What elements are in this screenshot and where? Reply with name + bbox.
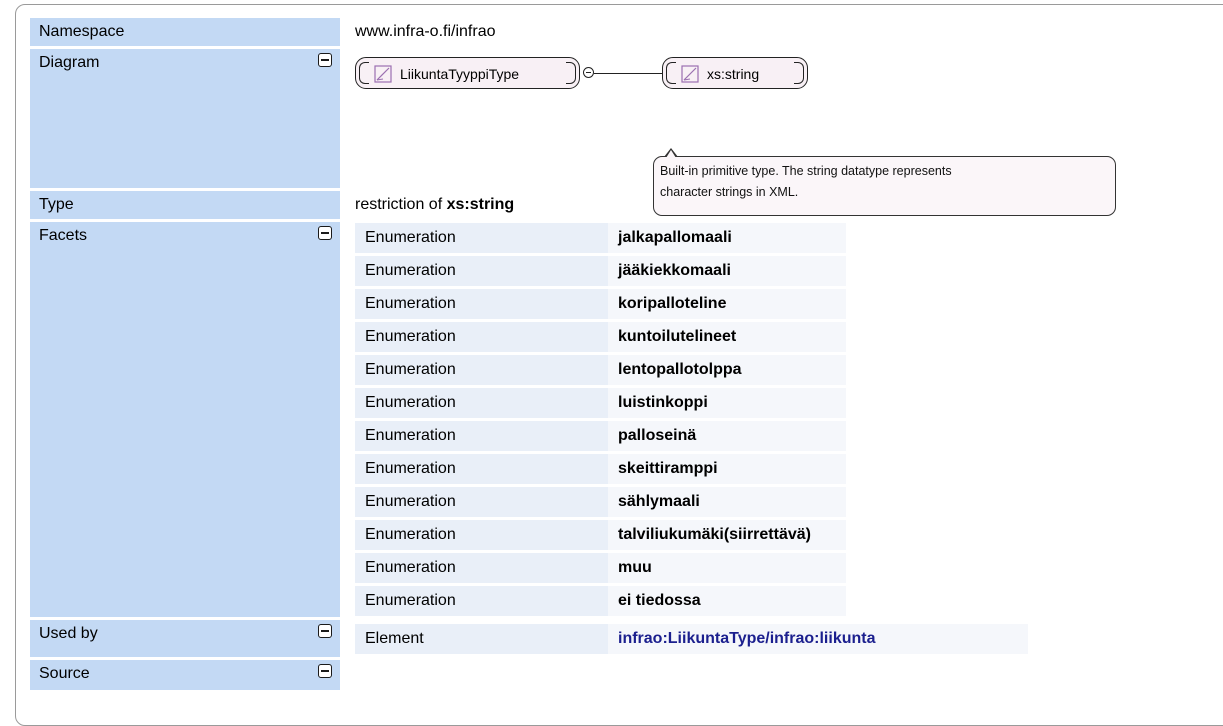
table-row: Enumeration jalkapallomaali xyxy=(355,223,846,253)
facet-kind: Enumeration xyxy=(355,586,608,616)
source-type-box[interactable]: LiikuntaTyyppiType xyxy=(355,57,580,89)
namespace-label: Namespace xyxy=(30,18,340,46)
facet-kind: Enumeration xyxy=(355,454,608,484)
table-row: Element infrao:LiikuntaType/infrao:liiku… xyxy=(355,624,1028,654)
simple-type-icon xyxy=(681,65,699,83)
facet-value: luistinkoppi xyxy=(608,388,846,418)
diagram-label: Diagram xyxy=(39,54,100,71)
facet-kind: Enumeration xyxy=(355,322,608,352)
base-type-box[interactable]: xs:string xyxy=(662,57,808,89)
diagram-collapse-icon[interactable] xyxy=(318,53,332,67)
type-value: restriction of xs:string xyxy=(340,191,514,219)
used-by-table: Element infrao:LiikuntaType/infrao:liiku… xyxy=(355,621,1028,657)
facets-table: Enumeration jalkapallomaali Enumeration jä… xyxy=(355,220,846,619)
used-by-label: Used by xyxy=(39,625,98,642)
diagram-label-cell: Diagram xyxy=(30,49,340,188)
schema-doc: Namespace www.infra-o.fi/infrao Diagram … xyxy=(30,18,1223,693)
facet-kind: Enumeration xyxy=(355,553,608,583)
namespace-value: www.infra-o.fi/infrao xyxy=(355,23,496,40)
bracket-right xyxy=(566,62,576,84)
facet-value: kuntoilutelineet xyxy=(608,322,846,352)
facet-kind: Enumeration xyxy=(355,388,608,418)
row-type: Type restriction of xs:string xyxy=(30,191,1223,219)
table-row: Enumeration ei tiedossa xyxy=(355,586,846,616)
table-row: Enumeration jääkiekkomaali xyxy=(355,256,846,286)
facets-collapse-icon[interactable] xyxy=(318,226,332,240)
table-row: Enumeration lentopallotolppa xyxy=(355,355,846,385)
tooltip-tail-inner xyxy=(666,150,676,158)
type-prefix: restriction of xyxy=(355,196,447,213)
type-base: xs:string xyxy=(446,196,515,213)
source-collapse-icon[interactable] xyxy=(318,664,332,678)
bracket-left xyxy=(359,62,369,84)
facet-kind: Enumeration xyxy=(355,421,608,451)
facet-value: muu xyxy=(608,553,846,583)
table-row: Enumeration luistinkoppi xyxy=(355,388,846,418)
table-row: Enumeration koripalloteline xyxy=(355,289,846,319)
facet-value: koripalloteline xyxy=(608,289,846,319)
source-type-name: LiikuntaTyyppiType xyxy=(400,66,520,82)
source-label: Source xyxy=(39,665,90,682)
facet-kind: Enumeration xyxy=(355,355,608,385)
facet-value: palloseinä xyxy=(608,421,846,451)
facet-value: jääkiekkomaali xyxy=(608,256,846,286)
connector-line xyxy=(594,73,662,74)
bracket-right xyxy=(794,62,804,84)
facets-label-cell: Facets xyxy=(30,222,340,617)
tooltip-line-1: Built-in primitive type. The string data… xyxy=(660,164,952,178)
row-used-by: Used by Element infrao:LiikuntaType/infr… xyxy=(30,620,1223,657)
row-diagram: Diagram LiikuntaTyyppiType xs:string Bui… xyxy=(30,49,1223,216)
simple-type-icon xyxy=(374,65,392,83)
facet-value: lentopallotolppa xyxy=(608,355,846,385)
facet-kind: Enumeration xyxy=(355,520,608,550)
used-by-link[interactable]: infrao:LiikuntaType/infrao:liikunta xyxy=(618,630,876,647)
facet-kind: Enumeration xyxy=(355,223,608,253)
used-by-cell: infrao:LiikuntaType/infrao:liikunta xyxy=(608,624,1028,654)
facet-value: ei tiedossa xyxy=(608,586,846,616)
facet-value: jalkapallomaali xyxy=(608,223,846,253)
type-label: Type xyxy=(30,191,340,219)
facet-value: sählymaali xyxy=(608,487,846,517)
facet-value: skeittiramppi xyxy=(608,454,846,484)
table-row: Enumeration palloseinä xyxy=(355,421,846,451)
facet-value: talviliukumäki(siirrettävä) xyxy=(608,520,846,550)
facet-kind: Enumeration xyxy=(355,487,608,517)
table-row: Enumeration kuntoilutelineet xyxy=(355,322,846,352)
row-source: Source xyxy=(30,660,1223,690)
row-namespace: Namespace www.infra-o.fi/infrao xyxy=(30,18,1223,46)
connector-collapse-icon[interactable] xyxy=(583,67,594,78)
facet-kind: Enumeration xyxy=(355,289,608,319)
used-by-collapse-icon[interactable] xyxy=(318,624,332,638)
base-type-name: xs:string xyxy=(707,66,760,82)
type-diagram: LiikuntaTyyppiType xs:string Built-in pr… xyxy=(340,49,1160,216)
used-by-kind: Element xyxy=(355,624,608,654)
table-row: Enumeration muu xyxy=(355,553,846,583)
document-frame: Namespace www.infra-o.fi/infrao Diagram … xyxy=(15,4,1223,726)
source-label-cell: Source xyxy=(30,660,340,690)
table-row: Enumeration skeittiramppi xyxy=(355,454,846,484)
table-row: Enumeration sählymaali xyxy=(355,487,846,517)
bracket-left xyxy=(666,62,676,84)
row-facets: Facets Enumeration jalkapallomaali Enumer… xyxy=(30,222,1223,617)
facets-label: Facets xyxy=(39,227,88,244)
facet-kind: Enumeration xyxy=(355,256,608,286)
used-by-label-cell: Used by xyxy=(30,620,340,657)
table-row: Enumeration talviliukumäki(siirrettävä) xyxy=(355,520,846,550)
